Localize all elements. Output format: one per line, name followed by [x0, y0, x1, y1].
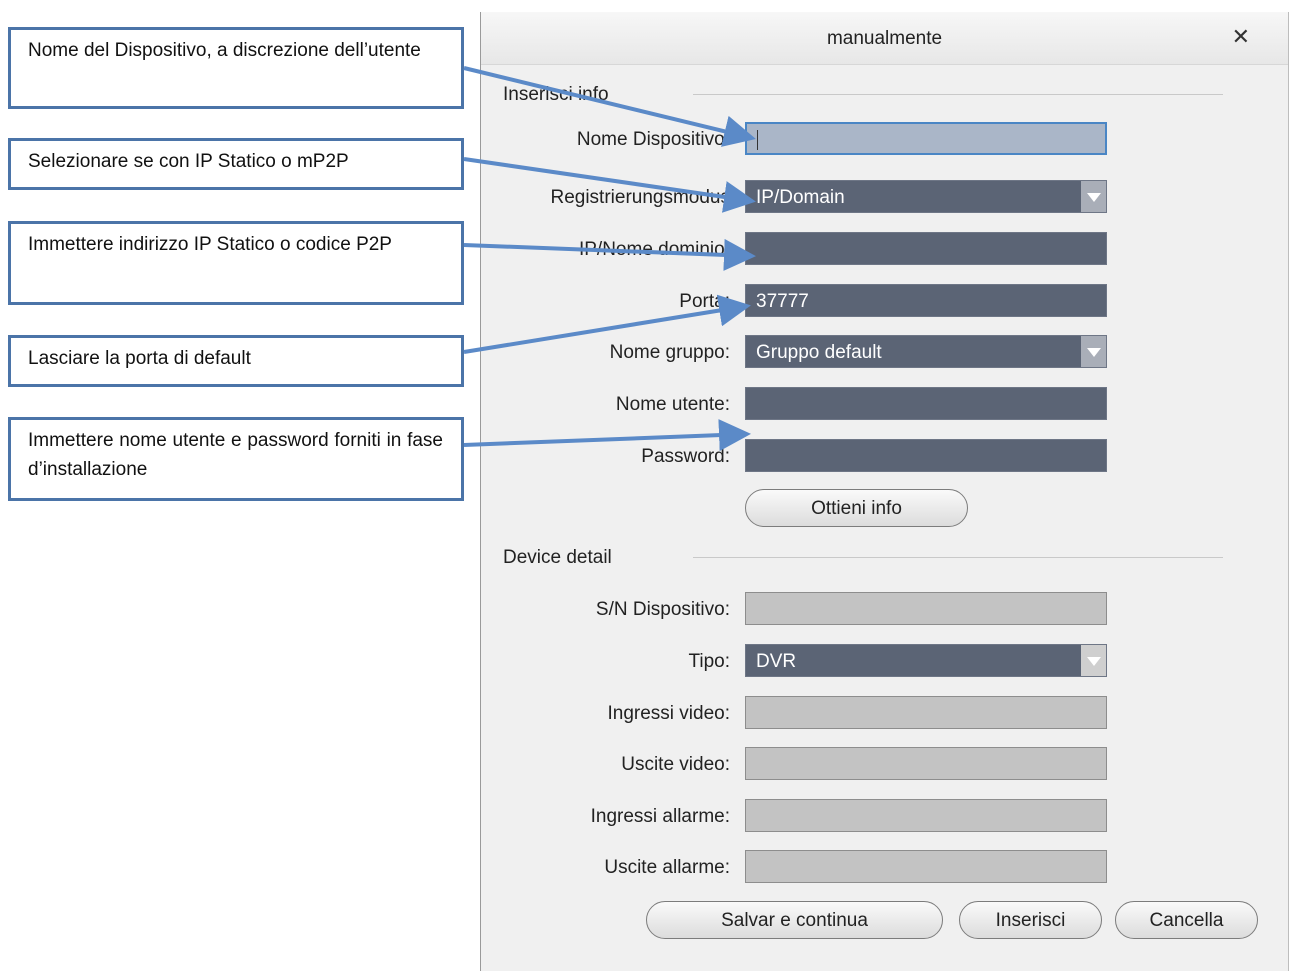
- arrow-device-name: [463, 66, 756, 147]
- annotation-arrows: [463, 66, 756, 452]
- arrow-registration-mode: [463, 157, 756, 213]
- arrow-port: [463, 294, 751, 354]
- arrow-credentials: [463, 419, 751, 452]
- arrow-ip: [463, 238, 756, 271]
